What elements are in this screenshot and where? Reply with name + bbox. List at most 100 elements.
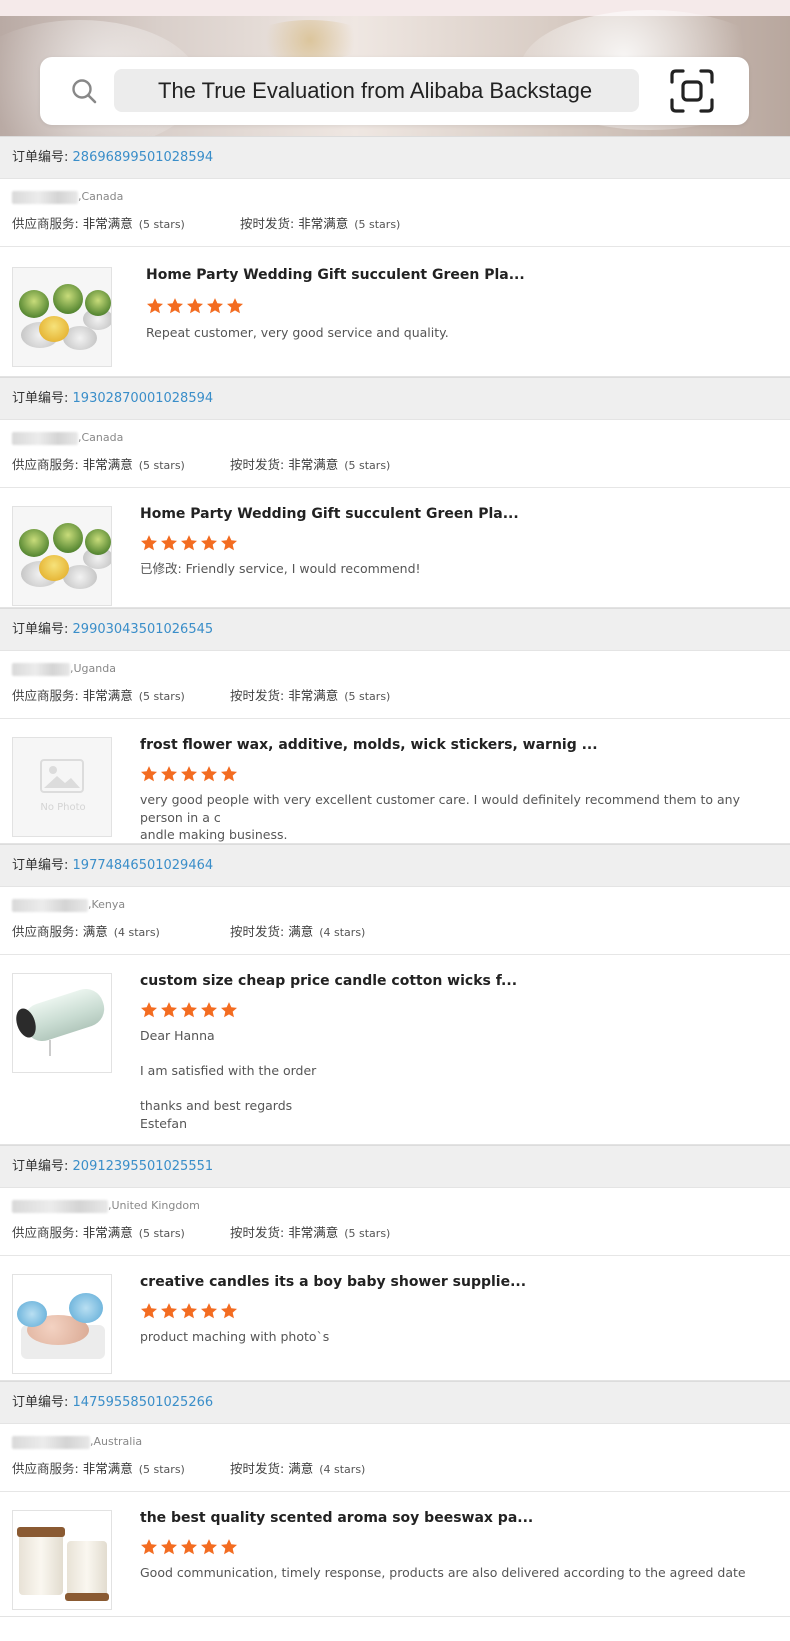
product-title[interactable]: the best quality scented aroma soy beesw… [140,1510,533,1526]
buyer-name-blurred [12,431,78,445]
supplier-service-rating: 非常满意 [82,1461,133,1476]
buyer-name-blurred [12,662,70,676]
comment-line: 已修改: Friendly service, I would recommend… [140,561,421,576]
star-icon [180,1539,198,1555]
order-number[interactable]: 19774846501029464 [73,858,214,873]
on-time-shipping-label: 按时发货: [230,457,285,472]
buyer-name-blurred [12,1435,90,1449]
star-icon [200,1002,218,1018]
star-icon [160,1303,178,1319]
product-thumbnail[interactable] [12,267,112,367]
scan-icon[interactable] [668,67,716,115]
star-icon [140,1303,158,1319]
buyer-name-blurred [12,1199,108,1213]
comment-line: Dear Hanna [140,1028,215,1043]
product-title[interactable]: Home Party Wedding Gift succulent Green … [140,506,519,522]
order-header: 订单编号: 19302870001028594 [0,377,790,420]
order-number-label: 订单编号: [12,1395,69,1410]
on-time-shipping-rating: 满意 [288,924,314,939]
order-number[interactable]: 19302870001028594 [73,391,214,406]
buyer-country: ,United Kingdom [108,1199,200,1212]
comment-line: thanks and best regards [140,1098,293,1113]
order-header: 订单编号: 29903043501026545 [0,608,790,651]
review-comment: 已修改: Friendly service, I would recommend… [140,560,785,578]
on-time-shipping-rating: 满意 [288,1461,314,1476]
product-title[interactable]: custom size cheap price candle cotton wi… [140,973,517,989]
on-time-shipping-stars: (4 stars) [319,926,366,939]
order-header: 订单编号: 14759558501025266 [0,1381,790,1424]
comment-line: Repeat customer, very good service and q… [146,325,449,340]
on-time-shipping-label: 按时发货: [230,1225,285,1240]
on-time-shipping-label: 按时发货: [240,216,295,231]
product-thumbnail[interactable] [12,1510,112,1610]
on-time-shipping-label: 按时发货: [230,924,285,939]
star-icon [200,766,218,782]
order-number[interactable]: 28696899501028594 [73,150,214,165]
star-icon [160,766,178,782]
banner-decoration [250,20,370,60]
order-header: 订单编号: 19774846501029464 [0,844,790,887]
star-icon [140,1002,158,1018]
buyer-info: ,Uganda 供应商服务: 非常满意 (5 stars) 按时发货: 非常满意 (5 … [0,651,790,719]
review-comment: Good communication, timely response, pro… [140,1564,785,1582]
rating-stars [140,1302,240,1320]
product-title[interactable]: creative candles its a boy baby shower s… [140,1274,526,1290]
order-number-label: 订单编号: [12,150,69,165]
buyer-country: ,Kenya [88,898,126,911]
star-icon [160,1539,178,1555]
rating-stars [140,534,240,552]
on-time-shipping-rating: 非常满意 [288,1225,339,1240]
product-thumbnail[interactable] [12,1274,112,1374]
review-comment: very good people with very excellent cus… [140,791,785,844]
supplier-service-stars: (5 stars) [138,1463,185,1476]
comment-line: product maching with photo`s [140,1329,330,1344]
product-thumbnail[interactable]: No Photo [12,737,112,837]
order-block: 订单编号: 14759558501025266 ,Australia 供应商服务: … [0,1381,790,1617]
supplier-service-stars: (5 stars) [138,1227,185,1240]
order-number-label: 订单编号: [12,391,69,406]
service-ratings: 供应商服务: 非常满意 (5 stars) 按时发货: 非常满意 (5 stars) [12,454,790,473]
comment-line: I am satisfied with the order [140,1063,317,1078]
product-thumbnail[interactable] [12,506,112,606]
star-icon [186,298,204,314]
star-icon [220,535,238,551]
rating-stars [140,765,240,783]
star-icon [140,766,158,782]
rating-stars [140,1538,240,1556]
star-icon [200,1303,218,1319]
order-number[interactable]: 29903043501026545 [73,622,214,637]
order-header: 订单编号: 28696899501028594 [0,136,790,179]
review-comment: product maching with photo`s [140,1328,785,1346]
supplier-service-rating: 非常满意 [82,688,133,703]
on-time-shipping-stars: (5 stars) [354,218,401,231]
product-title[interactable]: frost flower wax, additive, molds, wick … [140,737,598,753]
service-ratings: 供应商服务: 非常满意 (5 stars) 按时发货: 非常满意 (5 stars) [12,213,790,232]
product-thumbnail[interactable] [12,973,112,1073]
supplier-service-stars: (4 stars) [113,926,160,939]
product-title[interactable]: Home Party Wedding Gift succulent Green … [146,267,525,283]
rating-stars [146,297,246,315]
supplier-service-label: 供应商服务: [12,216,79,231]
buyer-info: ,Canada 供应商服务: 非常满意 (5 stars) 按时发货: 非常满意 (5 … [0,420,790,488]
product-review: No Photo frost flower wax, additive, mold… [0,719,790,844]
star-icon [166,298,184,314]
order-number-label: 订单编号: [12,622,69,637]
buyer-country: ,Uganda [70,662,116,675]
order-number[interactable]: 20912395501025551 [73,1159,214,1174]
review-comment: Repeat customer, very good service and q… [146,324,785,342]
review-comment: Dear Hanna I am satisfied with the order t… [140,1027,785,1132]
supplier-service-rating: 非常满意 [82,216,133,231]
rating-stars [140,1001,240,1019]
buyer-info: ,Kenya 供应商服务: 满意 (4 stars) 按时发货: 满意 (4 stars… [0,887,790,955]
order-number[interactable]: 14759558501025266 [73,1395,214,1410]
search-icon[interactable] [70,77,98,105]
product-review: the best quality scented aroma soy beesw… [0,1492,790,1617]
order-block: 订单编号: 19774846501029464 ,Kenya 供应商服务: 满意 (4… [0,844,790,1145]
comment-line: Good communication, timely response, pro… [140,1565,746,1580]
supplier-service-label: 供应商服务: [12,1461,79,1476]
hero-banner: The True Evaluation from Alibaba Backsta… [0,0,790,136]
buyer-name-blurred [12,190,78,204]
supplier-service-stars: (5 stars) [138,218,185,231]
star-icon [226,298,244,314]
search-input[interactable]: The True Evaluation from Alibaba Backsta… [114,69,639,112]
